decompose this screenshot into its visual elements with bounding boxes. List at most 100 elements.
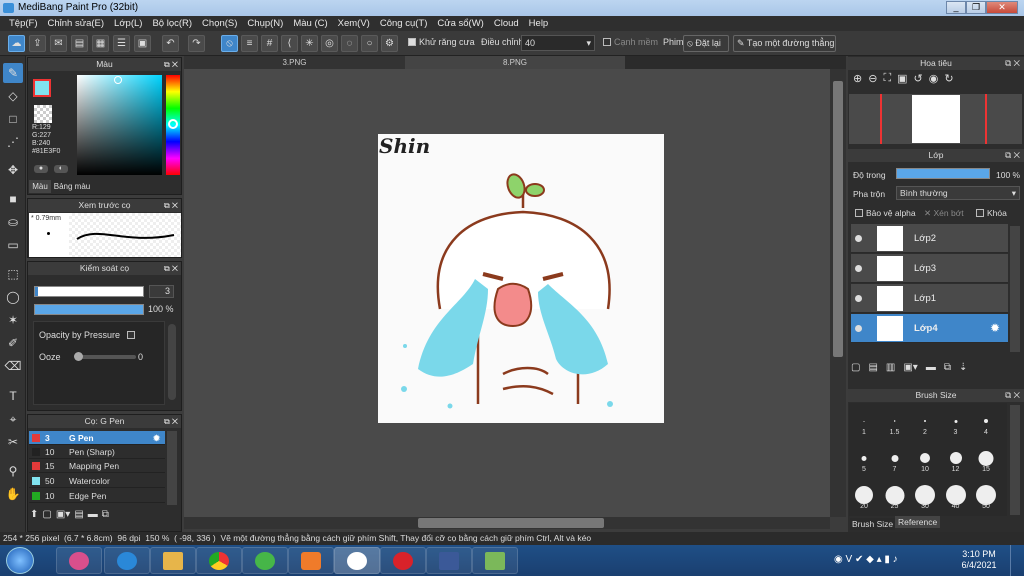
rotate-left-icon[interactable]: ↺	[914, 72, 923, 92]
grid-icon[interactable]: ▣	[134, 35, 151, 52]
brush-size-cell[interactable]: 30	[910, 479, 940, 510]
eye-icon[interactable]	[855, 235, 862, 242]
brush-size-cell[interactable]: 1	[849, 405, 879, 436]
saturation-value-picker[interactable]	[77, 75, 162, 175]
comment-icon[interactable]: ✉	[50, 35, 67, 52]
bucket-tool-icon[interactable]: ⛀	[3, 212, 23, 232]
color-mode-button[interactable]: ●	[34, 165, 48, 173]
menu-color[interactable]: Màu (C)	[288, 16, 332, 31]
snap-circle-icon[interactable]: ◎	[321, 35, 338, 52]
new-8bit-layer-icon[interactable]: ▥	[886, 362, 895, 378]
menu-select[interactable]: Chọn(S)	[197, 16, 242, 31]
edit-brush-icon[interactable]: ▤	[74, 509, 83, 527]
menu-layer[interactable]: Lớp(L)	[109, 16, 147, 31]
new-layer-icon[interactable]: ▢	[851, 362, 860, 378]
fill-rect-tool-icon[interactable]: ■	[3, 189, 23, 209]
snap-parallel-icon[interactable]: ≡	[241, 35, 258, 52]
menu-snap[interactable]: Chụp(N)	[242, 16, 288, 31]
brush-size-cell[interactable]: 40	[941, 479, 971, 510]
hue-slider[interactable]	[166, 75, 180, 175]
reset-rotation-icon[interactable]: ◉	[929, 72, 939, 92]
list-icon[interactable]: ☰	[113, 35, 130, 52]
brush-size-cell[interactable]: 3	[941, 405, 971, 436]
reset-button[interactable]: ⦸ Đặt lại	[683, 35, 729, 52]
brush-size-cell[interactable]: 20	[849, 479, 879, 510]
tab-3-png[interactable]: 3.PNG	[184, 56, 405, 69]
taskbar-app-medibang[interactable]	[334, 547, 380, 574]
duplicate-layer-icon[interactable]: ⧉	[944, 362, 951, 378]
lasso-tool-icon[interactable]: ◯	[3, 287, 23, 307]
select-eraser-tool-icon[interactable]: ⌫	[3, 356, 23, 376]
system-tray-icons[interactable]: ◉ V ✔ ◆ ▴ ▮ ♪	[834, 554, 898, 565]
tab-color[interactable]: Màu	[29, 180, 51, 193]
snap-ellipse-icon[interactable]: ○	[361, 35, 378, 52]
menu-cloud[interactable]: Cloud	[489, 16, 524, 31]
navigator-preview[interactable]	[849, 94, 1022, 144]
taskbar-app-ie[interactable]	[104, 547, 150, 574]
select-rect-tool-icon[interactable]: ⬚	[3, 264, 23, 284]
menu-edit[interactable]: Chỉnh sửa(E)	[43, 16, 110, 31]
snap-curve-icon[interactable]: ◌	[341, 35, 358, 52]
taskbar-app-game[interactable]	[472, 547, 518, 574]
color-mode-button-2[interactable]: ◐	[54, 165, 68, 173]
ooze-slider[interactable]	[74, 352, 136, 361]
snap-radial-icon[interactable]: ✳	[301, 35, 318, 52]
brush-size-cell[interactable]: 50	[971, 479, 1001, 510]
snap-off-icon[interactable]: ⦸	[221, 35, 238, 52]
brush-item-edge-pen[interactable]: 10 Edge Pen	[29, 489, 165, 503]
brush-item-pen-sharp[interactable]: 10 Pen (Sharp)	[29, 445, 165, 459]
canvas-horizontal-scrollbar[interactable]	[184, 517, 830, 529]
brush-menu-icon[interactable]: ▣▾	[56, 509, 70, 527]
gear-icon[interactable]: ✹	[153, 431, 160, 445]
merge-layer-icon[interactable]: ⇣	[959, 362, 967, 378]
brush-size-cell[interactable]: 12	[941, 442, 971, 473]
page-icon[interactable]: ▤	[71, 35, 88, 52]
brush-item-mapping-pen[interactable]: 15 Mapping Pen	[29, 459, 165, 473]
text-tool-icon[interactable]: T	[3, 386, 23, 406]
clipping-checkbox[interactable]: ✕ Xén bớt	[924, 208, 964, 219]
brush-list-scrollbar[interactable]	[167, 431, 177, 505]
close-button[interactable]: ✕	[986, 1, 1018, 14]
brush-size-cell[interactable]: 5	[849, 442, 879, 473]
new-halftone-layer-icon[interactable]: ▤	[868, 362, 877, 378]
eye-icon[interactable]	[855, 295, 862, 302]
layer-row-selected[interactable]: Lớp4 ✹	[851, 314, 1008, 343]
maximize-button[interactable]: ❐	[966, 1, 986, 14]
layer-scrollbar[interactable]	[1010, 226, 1020, 352]
zoom-in-icon[interactable]: ⊕	[853, 72, 862, 92]
taskbar-app-opera[interactable]	[380, 547, 426, 574]
brush-item-g-pen[interactable]: 3G Pen ✹	[29, 431, 165, 445]
layer-row[interactable]: Lớp3	[851, 254, 1008, 283]
brush-size-cell[interactable]: 2	[910, 405, 940, 436]
add-brush-icon[interactable]: ⬆	[30, 509, 38, 527]
gear-icon[interactable]: ✹	[990, 321, 1000, 335]
layer-opacity-slider[interactable]	[896, 168, 990, 179]
copy-brush-icon[interactable]: ⧉	[102, 509, 109, 527]
snap-vanish-icon[interactable]: ⟨	[281, 35, 298, 52]
fit-icon[interactable]: ⛶	[883, 72, 891, 92]
brush-size-cell[interactable]: 4	[971, 405, 1001, 436]
operation-tool-icon[interactable]: ⌖	[3, 409, 23, 429]
gradient-tool-icon[interactable]: ▭	[3, 235, 23, 255]
hand-tool-icon[interactable]: ✋	[3, 484, 23, 504]
redo-icon[interactable]: ↷	[188, 35, 205, 52]
move-tool-icon[interactable]: ✥	[3, 160, 23, 180]
eyedropper-tool-icon[interactable]: ⚲	[3, 461, 23, 481]
menu-tools[interactable]: Công cụ(T)	[375, 16, 433, 31]
rotate-right-icon[interactable]: ↻	[944, 72, 953, 92]
brush-size-scrollbar[interactable]	[1010, 405, 1020, 515]
taskbar-app-media[interactable]	[288, 547, 334, 574]
eye-icon[interactable]	[855, 265, 862, 272]
protect-alpha-checkbox[interactable]: Bảo vệ alpha	[855, 208, 916, 218]
rectangle-tool-icon[interactable]: □	[3, 109, 23, 129]
menu-view[interactable]: Xem(V)	[333, 16, 375, 31]
show-desktop-button[interactable]	[1010, 545, 1024, 576]
menu-window[interactable]: Cửa sổ(W)	[432, 16, 488, 31]
layer-row[interactable]: Lớp2	[851, 224, 1008, 253]
layer-row[interactable]: Lớp1	[851, 284, 1008, 313]
start-button[interactable]	[6, 547, 34, 574]
minimize-button[interactable]: _	[946, 1, 966, 14]
brush-control-scrollbar[interactable]	[168, 324, 176, 400]
cloud-icon[interactable]: ☁	[8, 35, 25, 52]
folder-icon[interactable]: ▬	[926, 362, 936, 378]
